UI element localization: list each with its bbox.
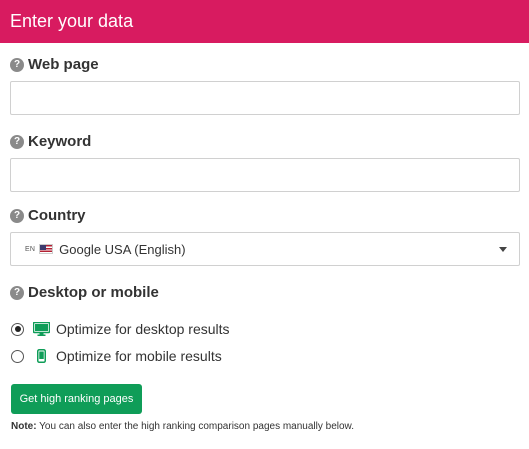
web-page-label-text: Web page (28, 56, 99, 73)
get-high-ranking-pages-button[interactable]: Get high ranking pages (11, 384, 142, 414)
desktop-option-label: Optimize for desktop results (56, 321, 230, 337)
form-header: Enter your data (0, 0, 529, 43)
mobile-icon (32, 349, 50, 363)
mobile-radio[interactable] (11, 349, 24, 363)
help-icon[interactable]: ? (10, 134, 24, 149)
help-icon[interactable]: ? (10, 208, 24, 223)
us-flag-icon (39, 244, 54, 254)
country-select[interactable]: EN Google USA (English) (10, 232, 520, 266)
keyword-input[interactable] (10, 158, 520, 192)
web-page-input[interactable] (10, 81, 520, 115)
keyword-label-text: Keyword (28, 133, 92, 150)
mobile-option[interactable]: Optimize for mobile results (11, 348, 222, 364)
desktop-radio[interactable] (11, 322, 24, 336)
desktop-option[interactable]: Optimize for desktop results (11, 321, 230, 337)
chevron-down-icon (499, 247, 507, 252)
desktop-icon (32, 322, 50, 336)
help-icon[interactable]: ? (10, 57, 24, 72)
note-body: You can also enter the high ranking comp… (36, 421, 354, 432)
device-label-text: Desktop or mobile (28, 284, 159, 301)
note-prefix: Note: (11, 421, 37, 432)
country-label-text: Country (28, 207, 86, 224)
note-text: Note: You can also enter the high rankin… (11, 421, 354, 432)
header-title: Enter your data (10, 11, 134, 31)
help-icon[interactable]: ? (10, 285, 24, 300)
web-page-label: ? Web page (10, 56, 99, 73)
country-selected-value: Google USA (English) (59, 241, 186, 257)
keyword-label: ? Keyword (10, 133, 91, 150)
country-label: ? Country (10, 207, 86, 224)
device-label: ? Desktop or mobile (10, 284, 159, 301)
mobile-option-label: Optimize for mobile results (56, 348, 222, 364)
language-tag: EN (25, 245, 36, 253)
